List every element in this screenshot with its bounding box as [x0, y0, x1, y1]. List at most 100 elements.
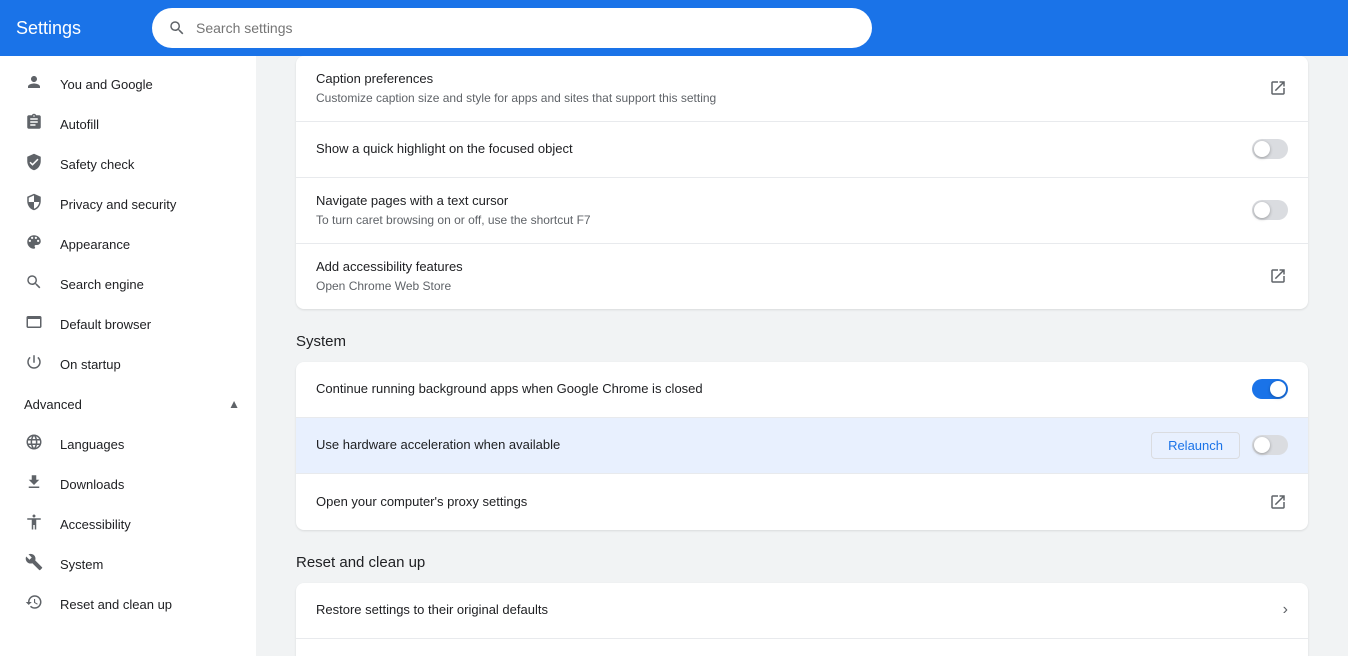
header: Settings [0, 0, 1348, 56]
sidebar-item-downloads[interactable]: Downloads [0, 464, 256, 504]
quick-highlight-row[interactable]: Show a quick highlight on the focused ob… [296, 122, 1308, 178]
sidebar-item-on-startup[interactable]: On startup [0, 344, 256, 384]
relaunch-button[interactable]: Relaunch [1151, 432, 1240, 459]
text-cursor-title: Navigate pages with a text cursor [316, 192, 1252, 210]
palette-icon [24, 233, 44, 256]
sidebar: You and Google Autofill Safety check Pri… [0, 56, 256, 656]
quick-highlight-content: Show a quick highlight on the focused ob… [316, 140, 1252, 158]
sidebar-item-label: Privacy and security [60, 197, 176, 212]
download-icon [24, 473, 44, 496]
clean-up-computer-row[interactable]: Clean up computer › [296, 639, 1308, 656]
text-cursor-row[interactable]: Navigate pages with a text cursor To tur… [296, 178, 1308, 244]
restore-settings-content: Restore settings to their original defau… [316, 601, 1283, 619]
add-accessibility-title: Add accessibility features [316, 258, 1268, 276]
search-input[interactable] [196, 20, 856, 36]
sidebar-item-label: Downloads [60, 477, 124, 492]
sidebar-item-privacy[interactable]: Privacy and security [0, 184, 256, 224]
shield-outline-icon [24, 193, 44, 216]
hardware-acceleration-title: Use hardware acceleration when available [316, 436, 1151, 454]
shield-icon [24, 153, 44, 176]
quick-highlight-toggle[interactable] [1252, 139, 1288, 159]
search-icon [168, 19, 186, 37]
advanced-section-header[interactable]: Advanced ▲ [0, 384, 256, 424]
sidebar-item-label: Autofill [60, 117, 99, 132]
caption-preferences-control [1268, 78, 1288, 98]
sidebar-item-system[interactable]: System [0, 544, 256, 584]
globe-icon [24, 433, 44, 456]
sidebar-item-label: System [60, 557, 103, 572]
caption-preferences-subtitle: Customize caption size and style for app… [316, 90, 1268, 107]
background-apps-content: Continue running background apps when Go… [316, 380, 1252, 398]
text-cursor-content: Navigate pages with a text cursor To tur… [316, 192, 1252, 229]
proxy-settings-row[interactable]: Open your computer's proxy settings [296, 474, 1308, 530]
search-bar[interactable] [152, 8, 872, 48]
sidebar-item-appearance[interactable]: Appearance [0, 224, 256, 264]
hardware-acceleration-row[interactable]: Use hardware acceleration when available… [296, 418, 1308, 474]
layout: You and Google Autofill Safety check Pri… [0, 56, 1348, 656]
accessibility-icon [24, 513, 44, 536]
text-cursor-toggle[interactable] [1252, 200, 1288, 220]
external-link-icon [1268, 492, 1288, 512]
caption-preferences-title: Caption preferences [316, 70, 1268, 88]
sidebar-item-label: Languages [60, 437, 124, 452]
sidebar-item-label: Search engine [60, 277, 144, 292]
quick-highlight-title: Show a quick highlight on the focused ob… [316, 140, 1252, 158]
caption-preferences-row[interactable]: Caption preferences Customize caption si… [296, 56, 1308, 122]
main-content: Caption preferences Customize caption si… [256, 56, 1348, 656]
sidebar-item-search-engine[interactable]: Search engine [0, 264, 256, 304]
add-accessibility-content: Add accessibility features Open Chrome W… [316, 258, 1268, 295]
sidebar-item-label: You and Google [60, 77, 153, 92]
sidebar-item-label: Accessibility [60, 517, 131, 532]
sidebar-item-label: Reset and clean up [60, 597, 172, 612]
search-icon [24, 273, 44, 296]
proxy-settings-content: Open your computer's proxy settings [316, 493, 1268, 511]
sidebar-item-accessibility[interactable]: Accessibility [0, 504, 256, 544]
external-link-icon [1268, 266, 1288, 286]
hardware-acceleration-content: Use hardware acceleration when available [316, 436, 1151, 454]
background-apps-control [1252, 379, 1288, 399]
history-icon [24, 593, 44, 616]
add-accessibility-subtitle: Open Chrome Web Store [316, 278, 1268, 295]
sidebar-item-label: On startup [60, 357, 121, 372]
reset-card: Restore settings to their original defau… [296, 583, 1308, 656]
hardware-acceleration-control: Relaunch [1151, 432, 1288, 459]
hardware-acceleration-toggle[interactable] [1252, 435, 1288, 455]
sidebar-item-default-browser[interactable]: Default browser [0, 304, 256, 344]
power-icon [24, 353, 44, 376]
proxy-settings-control [1268, 492, 1288, 512]
caption-preferences-content: Caption preferences Customize caption si… [316, 70, 1268, 107]
sidebar-item-label: Safety check [60, 157, 134, 172]
sidebar-item-languages[interactable]: Languages [0, 424, 256, 464]
background-apps-row[interactable]: Continue running background apps when Go… [296, 362, 1308, 418]
system-section-title: System [296, 333, 1308, 350]
text-cursor-control [1252, 200, 1288, 220]
text-cursor-subtitle: To turn caret browsing on or off, use th… [316, 212, 1252, 229]
person-icon [24, 73, 44, 96]
chevron-right-icon: › [1283, 601, 1288, 619]
background-apps-title: Continue running background apps when Go… [316, 380, 1252, 398]
restore-settings-title: Restore settings to their original defau… [316, 601, 1283, 619]
reset-section-title: Reset and clean up [296, 554, 1308, 571]
add-accessibility-row[interactable]: Add accessibility features Open Chrome W… [296, 244, 1308, 309]
sidebar-item-reset[interactable]: Reset and clean up [0, 584, 256, 624]
sidebar-item-you-and-google[interactable]: You and Google [0, 64, 256, 104]
sidebar-item-label: Default browser [60, 317, 151, 332]
quick-highlight-control [1252, 139, 1288, 159]
chevron-up-icon: ▲ [228, 397, 240, 411]
toggle-knob [1254, 141, 1270, 157]
background-apps-toggle[interactable] [1252, 379, 1288, 399]
restore-settings-row[interactable]: Restore settings to their original defau… [296, 583, 1308, 639]
toggle-knob [1270, 381, 1286, 397]
system-card: Continue running background apps when Go… [296, 362, 1308, 530]
external-link-icon [1268, 78, 1288, 98]
toggle-knob [1254, 437, 1270, 453]
add-accessibility-control [1268, 266, 1288, 286]
sidebar-item-autofill[interactable]: Autofill [0, 104, 256, 144]
sidebar-item-label: Appearance [60, 237, 130, 252]
restore-settings-control: › [1283, 601, 1288, 619]
assignment-icon [24, 113, 44, 136]
proxy-settings-title: Open your computer's proxy settings [316, 493, 1268, 511]
advanced-label: Advanced [24, 397, 82, 412]
browser-icon [24, 313, 44, 336]
sidebar-item-safety-check[interactable]: Safety check [0, 144, 256, 184]
